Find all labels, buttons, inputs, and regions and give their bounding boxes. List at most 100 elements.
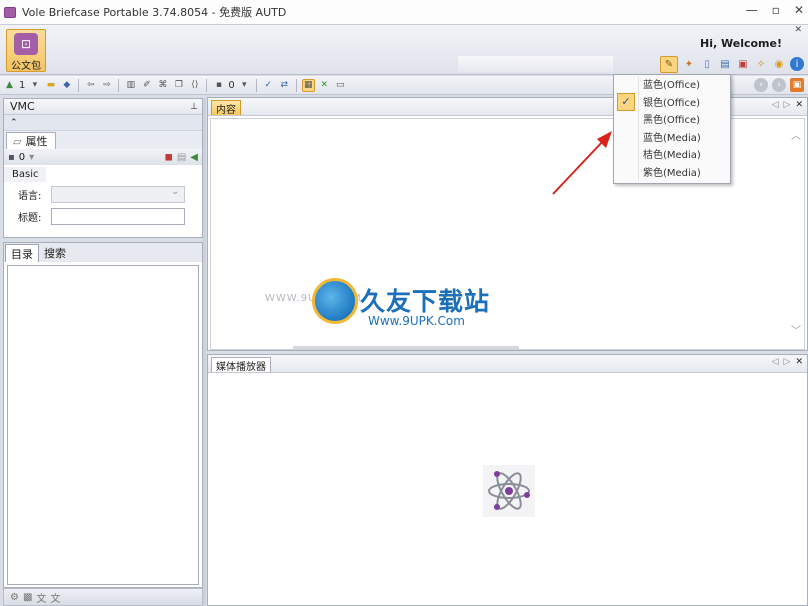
theme-palette-icon[interactable]: ✎ [660,55,678,73]
pdf-icon[interactable]: ◼ [165,152,173,163]
title-input[interactable] [51,207,186,225]
vmc-panel: VMC ⊥ ⌃ ▱ 属性 ▪ 0 ▾ ◼ ▤ ◀ Basic 语言: 标题: [3,98,203,238]
dropdown-icon[interactable]: ▾ [238,79,251,92]
magic-icon[interactable]: ✧ [754,57,768,71]
watermark-brand: 久友下载站 [360,287,491,316]
grid-icon[interactable]: ▦ [301,78,315,92]
document-icon[interactable]: ▤ [177,152,186,163]
vertical-splitter[interactable] [203,98,206,606]
tab-search[interactable]: 搜索 [39,244,71,262]
theme-menu-item[interactable]: 黑色(Office) [614,110,730,128]
contents-tree[interactable] [7,265,199,585]
code-icon[interactable]: ⟨⟩ [188,79,201,92]
chart-icon[interactable]: ▲ [3,79,16,92]
maximize-button[interactable]: ▫ [772,3,780,17]
briefcase-icon: ⊡ [14,33,38,55]
navigation-tabbar: 目录 搜索 [4,243,202,262]
layout-icon[interactable]: ▭ [334,79,347,92]
theme-menu-item[interactable]: 桔色(Media) [614,145,730,163]
tab-contents[interactable]: 目录 [5,244,39,262]
disk-icon[interactable]: ▪ [212,79,225,92]
print-icon[interactable]: ▥ [124,79,137,92]
nav-next-icon[interactable]: › [772,78,786,92]
spell-check-icon[interactable]: ✓ [262,79,275,92]
close-tab-icon[interactable]: ✕ [795,357,803,367]
language-row: 语言: [4,183,202,205]
nav-prev-icon[interactable]: ‹ [754,78,768,92]
speaker-icon[interactable]: ◀ [190,152,198,163]
theme-menu-item[interactable]: ✓ 银色(Office) [614,92,730,111]
ribbon: ⊡ 公文包 ✕ Hi, Welcome! ✎ ✦ ▯ ▤ ▣ ✧ ◉ i [0,25,808,75]
copy-icon[interactable]: ❐ [172,79,185,92]
scroll-left-icon[interactable]: ◁ [772,357,779,367]
theme-menu-item[interactable]: 蓝色(Media) [614,128,730,146]
language-label: 语言: [18,190,42,202]
navigation-panel: 目录 搜索 [3,242,203,588]
title-label: 标题: [18,212,42,224]
scroll-down-icon[interactable]: ﹀ [791,322,801,337]
timer-icon[interactable]: ◉ [772,57,786,71]
collapse-icon: ⌃ [10,117,18,128]
edit-icon[interactable]: ✐ [140,79,153,92]
attach-icon[interactable]: ⌘ [156,79,169,92]
scroll-right-icon[interactable]: ▷ [784,357,791,367]
vmc-header: VMC ⊥ [4,99,202,115]
layers-icon[interactable]: ◆ [60,79,73,92]
scroll-right-icon[interactable]: ▷ [784,100,791,110]
ribbon-strip [458,56,613,72]
tab-media-player[interactable]: 媒体播放器 [211,357,271,373]
pin-icon[interactable]: ⊥ [190,102,198,112]
back-icon[interactable]: ⇦ [84,79,97,92]
image-icon[interactable]: ▩ [23,592,32,603]
media-header: 媒体播放器 ◁ ▷ ✕ [208,355,807,373]
tab-content[interactable]: 内容 [211,100,241,116]
welcome-text: Hi, Welcome! [700,37,782,50]
calendar-icon[interactable]: ▤ [718,57,732,71]
theme-menu-item[interactable]: 紫色(Media) [614,163,730,181]
horizontal-scrollbar[interactable] [293,346,519,349]
forward-icon[interactable]: ⇨ [100,79,113,92]
dropdown-icon[interactable]: ▾ [29,152,34,163]
scroll-up-icon[interactable]: ︿ [791,127,801,142]
info-icon[interactable]: i [790,57,804,71]
briefcase-button[interactable]: ⊡ 公文包 [6,29,46,72]
disk-icon[interactable]: ▪ [8,152,15,163]
title-row: 标题: [4,205,202,227]
property-tabbar: ▱ 属性 [4,131,202,149]
app-icon [4,6,16,18]
translate-icon[interactable]: 文 [36,590,46,605]
basic-tabbar: Basic [4,165,202,183]
ribbon-close-icon[interactable]: ✕ [794,25,802,35]
atom-logo-icon [483,465,535,517]
briefcase-label: 公文包 [11,61,41,72]
scroll-left-icon[interactable]: ◁ [772,100,779,110]
watermark-logo: WWW.9UPK.COM 久友下载站 Www.9UPK.Com [265,277,495,333]
office-icon[interactable]: ▣ [790,78,804,92]
text-icon[interactable]: 文 [50,590,60,605]
close-button[interactable]: ✕ [794,3,804,17]
language-select[interactable] [51,185,186,203]
close-tab-icon[interactable]: ✕ [795,100,803,110]
title-bar: Vole Briefcase Portable 3.74.8054 - 免费版 … [0,0,808,25]
ribbon-quick-icons: ✎ ✦ ▯ ▤ ▣ ✧ ◉ i [660,55,808,73]
minimize-button[interactable]: — [746,3,758,17]
book-icon[interactable]: ▯ [700,57,714,71]
watermark-url: Www.9UPK.Com [368,314,465,328]
theme-menu-item[interactable]: 蓝色(Office) [614,75,730,93]
toolbar-count-b: 0 [228,79,235,91]
dropdown-icon[interactable]: ▾ [28,79,41,92]
settings-icon[interactable]: ⚙ [10,592,19,603]
vertical-scrollbar[interactable]: ︿ ﹀ [788,119,804,349]
toolbar-count-a: 1 [19,79,26,91]
photo-icon[interactable]: ▣ [736,57,750,71]
properties-icon: ▱ [13,134,22,148]
theme-menu: 蓝色(Office) ✓ 银色(Office) 黑色(Office) 蓝色(Med… [613,74,731,184]
tools-icon[interactable]: ✕ [318,79,331,92]
collapse-toggle[interactable]: ⌃ [4,115,202,131]
link-icon[interactable]: ⇄ [278,79,291,92]
tab-properties[interactable]: ▱ 属性 [6,132,57,149]
tab-basic[interactable]: Basic [4,166,47,182]
wand-icon[interactable]: ✦ [682,57,696,71]
check-icon: ✓ [617,92,635,111]
note-icon[interactable]: ▬ [44,79,57,92]
